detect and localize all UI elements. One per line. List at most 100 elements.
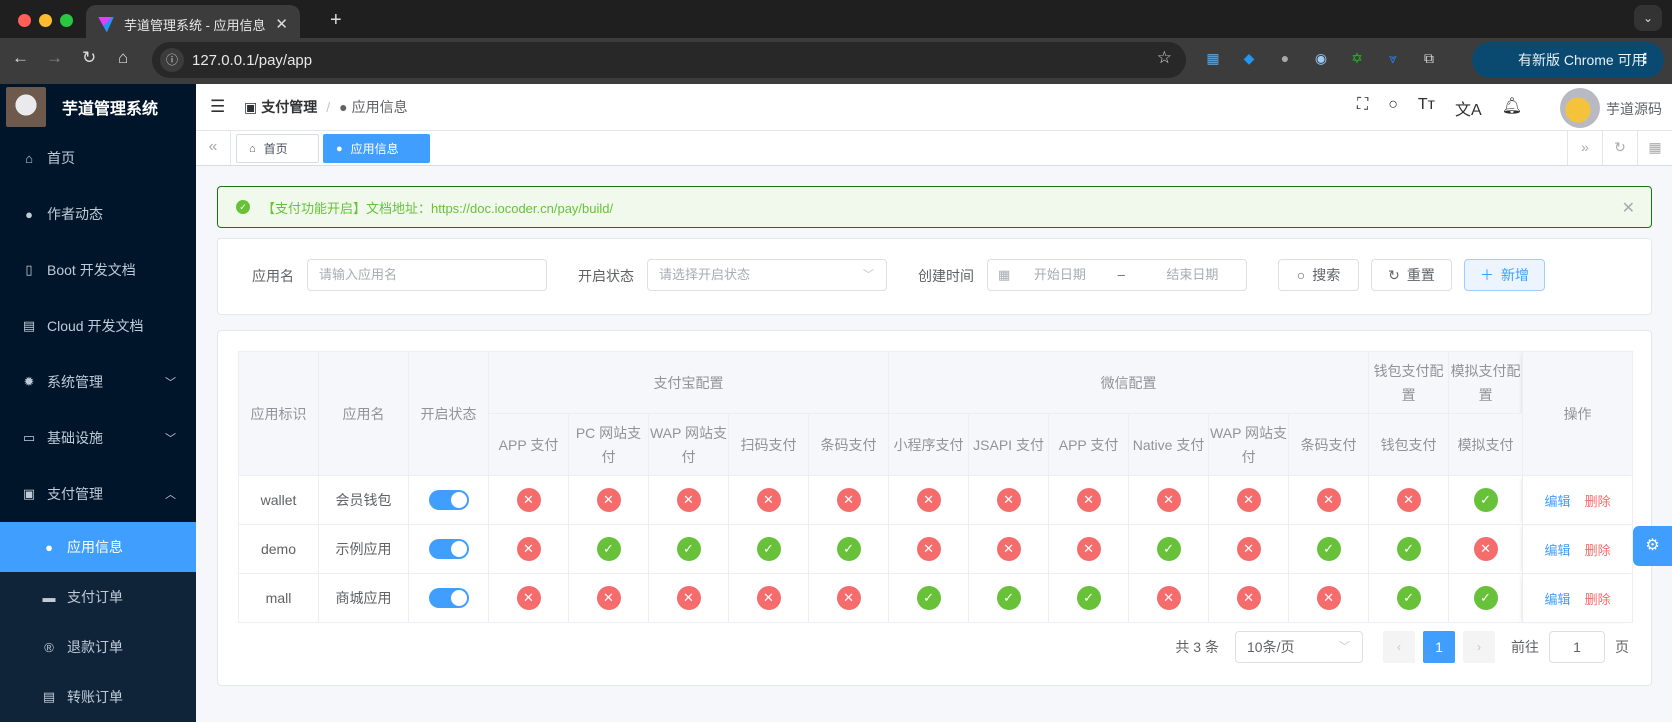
status-switch[interactable]	[428, 588, 469, 608]
status-switch[interactable]	[428, 539, 469, 559]
x-circle-icon: ✕	[1076, 488, 1101, 512]
site-info-icon[interactable]: ⓘ	[160, 48, 184, 72]
user-avatar[interactable]	[1560, 88, 1600, 128]
tag-app-info[interactable]: ● 应用信息	[323, 134, 430, 163]
minimize-window-button[interactable]	[39, 14, 52, 27]
status-label: 开启状态	[578, 268, 634, 284]
sidebar-item-app-info[interactable]: ● 应用信息	[0, 522, 196, 572]
sidebar-item-boot-docs[interactable]: ▯ Boot 开发文档	[0, 242, 196, 298]
refresh-icon[interactable]: ↻	[1602, 131, 1637, 165]
extension-apps-icon[interactable]: ▦	[1204, 49, 1222, 67]
page-number-button[interactable]: 1	[1423, 631, 1455, 663]
cell-actions: 编辑 删除	[1522, 573, 1634, 623]
back-icon[interactable]: ←	[12, 48, 29, 68]
goto-page-input[interactable]: 1	[1549, 631, 1605, 663]
cell-channel: ✓	[968, 573, 1050, 623]
doc-alert: ✓ 【支付功能开启】文档地址：https://doc.iocoder.cn/pa…	[217, 186, 1652, 228]
address-bar[interactable]: ⓘ 127.0.0.1/pay/app ☆	[152, 42, 1186, 78]
delete-link[interactable]: 删除	[1585, 494, 1611, 509]
x-circle-icon: ✕	[1316, 586, 1341, 610]
sidebar-item-payment[interactable]: ▣ 支付管理 ︿	[0, 466, 196, 522]
col-channel: APP 支付	[1048, 413, 1130, 476]
sidebar-item-home[interactable]: ⌂ 首页	[0, 130, 196, 186]
language-icon[interactable]: 文A	[1455, 96, 1482, 120]
scroll-left-icon[interactable]: «	[196, 131, 231, 165]
chrome-update-button[interactable]: 有新版 Chrome 可用 ⋮	[1472, 42, 1664, 78]
extension-cmd-icon[interactable]: ●	[1276, 49, 1294, 67]
end-date-input[interactable]: 结束日期	[1166, 267, 1218, 282]
payment-icon: ▣	[22, 486, 36, 501]
check-circle-icon: ✓	[996, 586, 1021, 610]
sidebar-item-system[interactable]: ✹ 系统管理 ﹀	[0, 354, 196, 410]
cell-channel: ✕	[1208, 573, 1290, 623]
breadcrumb-item[interactable]: 支付管理	[261, 97, 317, 117]
more-menu-icon[interactable]: ⋮	[1638, 50, 1652, 67]
search-button[interactable]: ○ 搜索	[1278, 259, 1359, 291]
tab-search-button[interactable]: ⌄	[1634, 5, 1662, 31]
date-range-picker[interactable]: ▦ 开始日期 – 结束日期	[987, 259, 1247, 291]
fullscreen-icon[interactable]: ⛶	[1357, 96, 1368, 120]
bell-icon[interactable]: 🔔︎	[1502, 96, 1522, 120]
extensions-puzzle-icon[interactable]: ⧉	[1420, 49, 1438, 67]
sidebar-item-cloud-docs[interactable]: ▤ Cloud 开发文档	[0, 298, 196, 354]
page-size-value: 10条/页	[1247, 639, 1295, 655]
tag-home[interactable]: ⌂ 首页	[236, 134, 319, 163]
prev-page-button[interactable]: ‹	[1383, 631, 1415, 663]
sidebar-logo[interactable]: 芋道管理系统	[0, 84, 196, 130]
alert-text[interactable]: 【支付功能开启】文档地址：https://doc.iocoder.cn/pay/…	[262, 198, 613, 217]
chevron-down-icon: ﹀	[1339, 641, 1350, 653]
font-size-icon[interactable]: Tт	[1418, 96, 1435, 120]
new-tab-button[interactable]: +	[330, 9, 342, 32]
edit-link[interactable]: 编辑	[1545, 543, 1571, 558]
extension-circle-icon[interactable]: ◉	[1312, 49, 1330, 67]
x-circle-icon: ✕	[836, 586, 861, 610]
user-icon: ●	[25, 206, 33, 222]
close-window-button[interactable]	[18, 14, 31, 27]
page-size-select[interactable]: 10条/页 ﹀	[1235, 631, 1363, 663]
favicon-icon	[98, 16, 114, 33]
maximize-window-button[interactable]	[60, 14, 73, 27]
status-switch[interactable]	[428, 490, 469, 510]
cell-channel: ✕	[1368, 475, 1450, 525]
reload-icon[interactable]: ↻	[82, 48, 96, 68]
cell-channel: ✓	[648, 524, 729, 574]
close-tab-icon[interactable]: ✕	[275, 15, 288, 33]
edit-link[interactable]: 编辑	[1545, 494, 1571, 509]
settings-gear-button[interactable]: ⚙	[1633, 526, 1672, 566]
next-page-button[interactable]: ›	[1463, 631, 1495, 663]
close-icon[interactable]: ✕	[1622, 198, 1635, 218]
scroll-right-icon[interactable]: »	[1567, 131, 1602, 165]
add-button[interactable]: ＋ 新增	[1464, 259, 1545, 291]
search-icon[interactable]: ○	[1388, 96, 1398, 120]
col-channel: JSAPI 支付	[968, 413, 1050, 476]
sidebar-item-refund-orders[interactable]: ® 退款订单	[0, 622, 196, 672]
extension-chevrons-icon[interactable]: ⩔	[1384, 49, 1402, 67]
hamburger-icon[interactable]: ☰	[210, 97, 225, 117]
home-icon[interactable]: ⌂	[118, 48, 128, 68]
extension-star-icon[interactable]: ✡	[1348, 49, 1366, 67]
table-row: wallet 会员钱包 ✕ ✕ ✕ ✕ ✕ ✕ ✕ ✕ ✕ ✕ ✕ ✕ ✓ 编辑 删除	[238, 475, 1634, 525]
cell-channel: ✓	[728, 524, 809, 574]
status-select[interactable]: 请选择开启状态 ﹀	[647, 259, 887, 291]
cell-channel: ✕	[728, 475, 809, 525]
sidebar-item-pay-orders[interactable]: ▬ 支付订单	[0, 572, 196, 622]
sidebar-item-author[interactable]: ● 作者动态	[0, 186, 196, 242]
search-form: 应用名 请输入应用名 开启状态 请选择开启状态 ﹀ 创建时间 ▦ 开始日期 – …	[217, 238, 1652, 315]
cell-channel: ✕	[807, 475, 890, 525]
grid-menu-icon[interactable]: ▦	[1637, 131, 1672, 165]
extension-gem-icon[interactable]: ◆	[1240, 49, 1258, 67]
edit-link[interactable]: 编辑	[1545, 592, 1571, 607]
breadcrumb-current: 应用信息	[351, 99, 408, 115]
username[interactable]: 芋道源码	[1606, 99, 1662, 119]
reset-button[interactable]: ↻ 重置	[1371, 259, 1452, 291]
sidebar-item-infra[interactable]: ▭ 基础设施 ﹀	[0, 410, 196, 466]
bookmark-star-icon[interactable]: ☆	[1157, 48, 1172, 68]
delete-link[interactable]: 删除	[1585, 543, 1611, 558]
forward-icon[interactable]: →	[46, 48, 63, 68]
start-date-input[interactable]: 开始日期	[1034, 267, 1086, 282]
check-circle-icon: ✓	[1316, 537, 1341, 561]
sidebar-item-transfer-orders[interactable]: ▤ 转账订单	[0, 672, 196, 722]
delete-link[interactable]: 删除	[1585, 592, 1611, 607]
sidebar-item-label: 应用信息	[67, 539, 123, 555]
app-name-input[interactable]: 请输入应用名	[307, 259, 547, 291]
